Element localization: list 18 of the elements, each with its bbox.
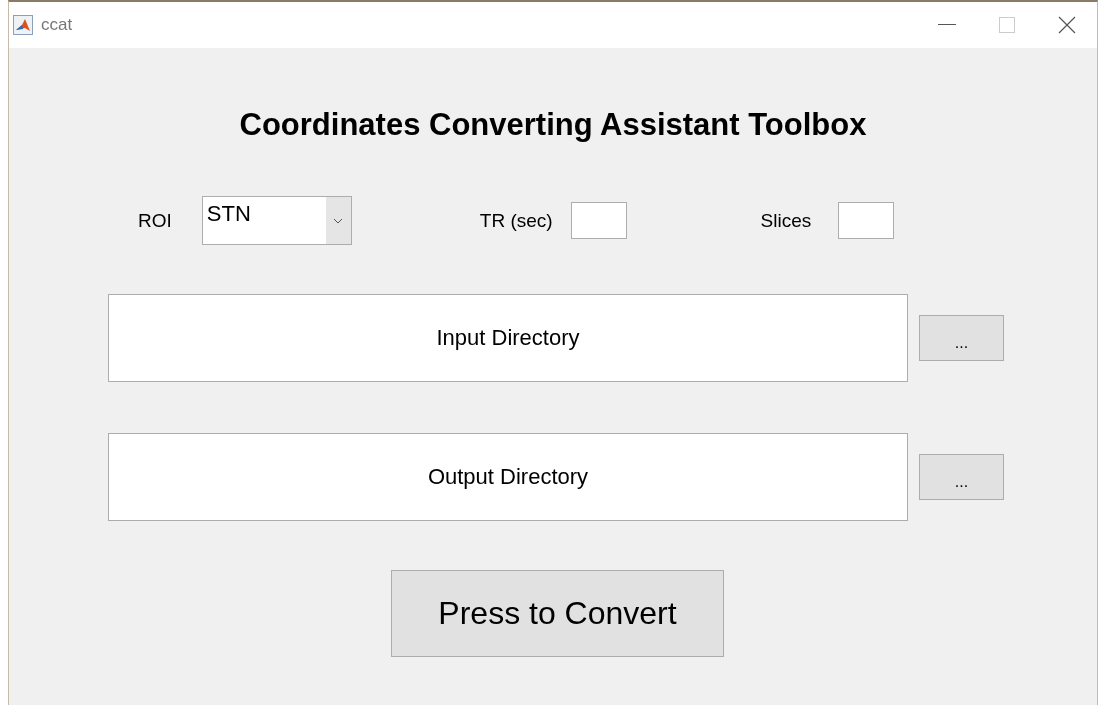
close-button[interactable]	[1058, 16, 1076, 34]
tr-input-field[interactable]	[570, 202, 627, 239]
minimize-button[interactable]	[938, 24, 956, 26]
app-heading: Coordinates Converting Assistant Toolbox	[238, 106, 868, 144]
chevron-down-icon	[333, 217, 344, 224]
convert-button[interactable]: Press to Convert	[391, 570, 724, 657]
roi-label: ROI	[138, 209, 172, 232]
tr-label: TR (sec)	[479, 209, 553, 232]
directory-field[interactable]: Output Directory	[108, 433, 908, 521]
maximize-button[interactable]	[999, 17, 1015, 33]
slices-input-field[interactable]	[838, 202, 895, 239]
app-logo-icon	[13, 15, 33, 35]
window-title: ccat	[41, 15, 73, 35]
slices-label: Slices	[760, 209, 812, 232]
roi-dropdown[interactable]: STN	[201, 196, 352, 245]
browse-button[interactable]: ...	[919, 315, 1004, 361]
browse-button[interactable]: ...	[919, 454, 1004, 500]
directory-field[interactable]: Input Directory	[108, 294, 908, 382]
